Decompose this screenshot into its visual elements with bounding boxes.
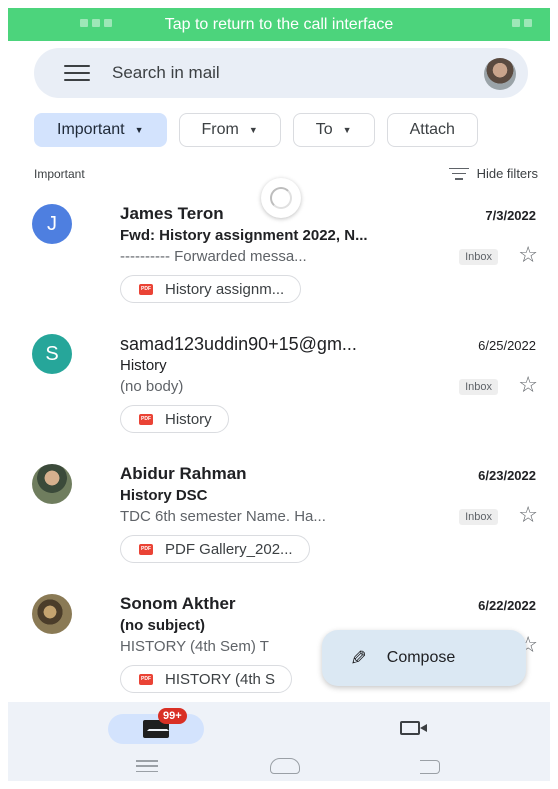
inbox-label: Inbox (459, 249, 498, 265)
pdf-icon: PDF (139, 283, 153, 295)
sender-avatar: J (32, 204, 72, 244)
bottom-navigation: 99+ (8, 702, 550, 781)
email-row[interactable]: S samad123uddin90+15@gm... 6/25/2022 His… (8, 330, 550, 448)
pdf-icon: PDF (139, 413, 153, 425)
pencil-icon: ✎ (350, 647, 367, 670)
email-subject: Fwd: History assignment 2022, N... (120, 227, 368, 244)
filter-chips: Important ▼ From ▼ To ▼ Attach (34, 113, 478, 147)
chip-label: Important (57, 121, 125, 138)
compose-button[interactable]: ✎ Compose (322, 630, 526, 686)
sender-name: James Teron (120, 204, 224, 223)
email-snippet: TDC 6th semester Name. Ha... (120, 508, 326, 525)
sender-name: Abidur Rahman (120, 464, 247, 483)
sender-avatar-photo (32, 464, 72, 504)
chip-from[interactable]: From ▼ (178, 113, 281, 147)
pdf-icon: PDF (139, 543, 153, 555)
chip-to[interactable]: To ▼ (292, 113, 375, 147)
menu-icon[interactable] (64, 63, 90, 83)
email-snippet: HISTORY (4th Sem) T (120, 638, 269, 655)
attachment-chip[interactable]: PDF HISTORY (4th S (120, 665, 293, 693)
sender-avatar: S (32, 334, 72, 374)
attachment-chip[interactable]: PDF PDF Gallery_202... (120, 535, 310, 563)
tab-mail[interactable] (108, 714, 204, 744)
email-date: 6/22/2022 (478, 598, 536, 613)
attachment-name: HISTORY (4th S (165, 670, 276, 688)
email-snippet: ---------- Forwarded messa... (120, 248, 307, 265)
sender-avatar-photo (32, 594, 72, 634)
chip-attach[interactable]: Attach (386, 113, 478, 147)
star-icon[interactable]: ☆ (518, 244, 538, 266)
attachment-chip[interactable]: PDF History (120, 405, 229, 433)
meet-video-icon[interactable] (400, 721, 427, 735)
email-snippet: (no body) (120, 378, 184, 395)
caret-down-icon: ▼ (342, 125, 352, 135)
inbox-label: Inbox (459, 379, 498, 395)
search-input[interactable]: Search in mail (112, 63, 220, 83)
star-icon[interactable]: ☆ (518, 504, 538, 526)
attachment-chip[interactable]: PDF History assignm... (120, 275, 302, 303)
return-to-call-text: Tap to return to the call interface (164, 15, 394, 33)
chip-label: To (315, 121, 333, 138)
email-subject: (no subject) (120, 617, 205, 634)
section-label: Important (34, 167, 85, 181)
email-subject: History DSC (120, 487, 208, 504)
chip-label: From (201, 121, 239, 138)
loading-spinner (261, 178, 301, 218)
caret-down-icon: ▼ (248, 125, 258, 135)
system-navigation-bar (8, 752, 550, 781)
inbox-label: Inbox (459, 509, 498, 525)
sender-name: Sonom Akther (120, 594, 236, 613)
status-bar-icons-left (80, 19, 112, 27)
return-to-call-banner[interactable]: Tap to return to the call interface (8, 8, 550, 41)
app-frame: Tap to return to the call interface Sear… (8, 8, 550, 781)
back-icon[interactable] (420, 760, 440, 774)
home-icon[interactable] (270, 758, 300, 774)
status-bar-icons-right (512, 19, 532, 27)
unread-count-badge: 99+ (158, 708, 187, 724)
email-date: 7/3/2022 (485, 208, 536, 223)
email-subject: History (120, 357, 167, 374)
filter-icon (448, 167, 469, 180)
chip-label: Attach (409, 121, 455, 138)
hide-filters-label: Hide filters (476, 166, 538, 181)
email-date: 6/23/2022 (478, 468, 536, 483)
email-date: 6/25/2022 (478, 338, 536, 353)
account-avatar[interactable] (484, 58, 516, 90)
compose-label: Compose (386, 649, 456, 666)
chip-important[interactable]: Important ▼ (34, 113, 167, 147)
hide-filters-button[interactable]: Hide filters (448, 166, 538, 181)
pdf-icon: PDF (139, 673, 153, 685)
star-icon[interactable]: ☆ (518, 374, 538, 396)
email-row[interactable]: Abidur Rahman 6/23/2022 History DSC TDC … (8, 460, 550, 578)
caret-down-icon: ▼ (134, 125, 144, 135)
attachment-name: PDF Gallery_202... (165, 540, 293, 558)
recent-apps-icon[interactable] (136, 760, 158, 772)
attachment-name: History (165, 410, 212, 428)
search-bar[interactable]: Search in mail (34, 48, 528, 98)
attachment-name: History assignm... (165, 280, 285, 298)
sender-name: samad123uddin90+15@gm... (120, 334, 357, 354)
